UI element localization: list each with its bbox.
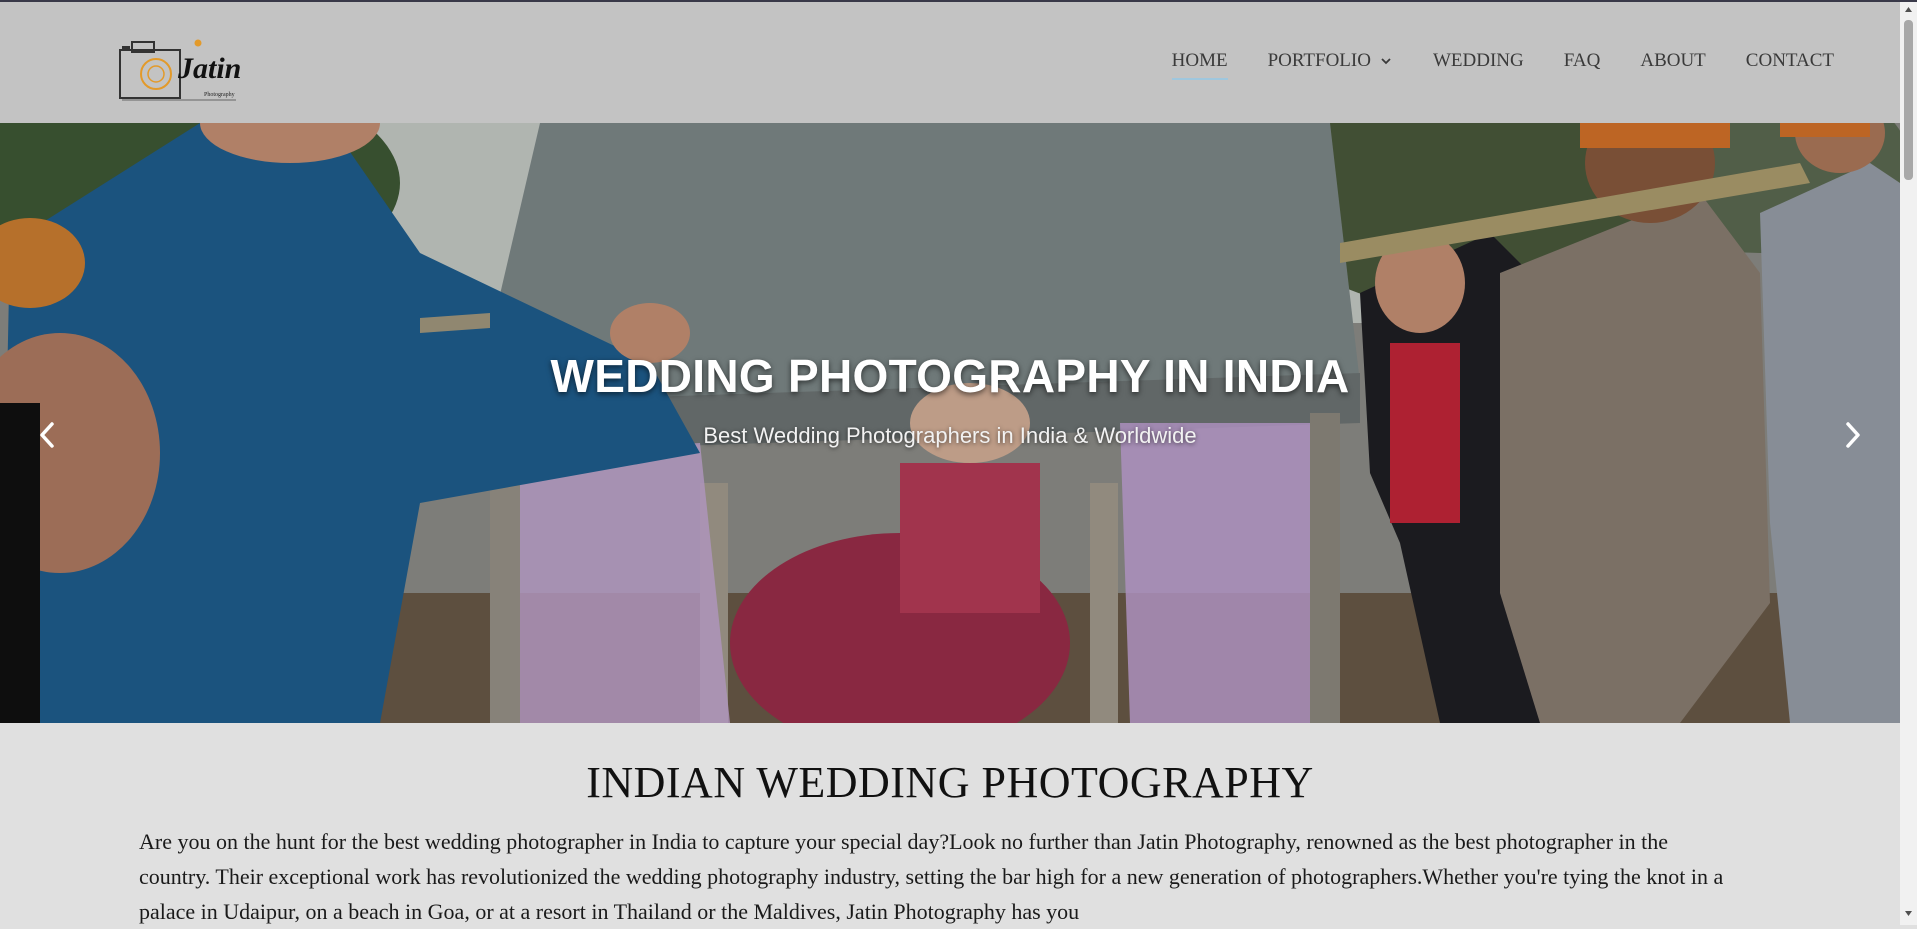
nav-item-wedding[interactable]: WEDDING (1433, 50, 1524, 72)
intro-paragraph: Are you on the hunt for the best wedding… (139, 829, 1724, 924)
hero-subtitle: Best Wedding Photographers in India & Wo… (703, 423, 1197, 448)
nav-label: HOME (1171, 50, 1228, 71)
hero-slider[interactable]: WEDDING PHOTOGRAPHY IN INDIA Best Weddin… (0, 123, 1900, 723)
nav-label: PORTFOLIO (1267, 50, 1371, 71)
chevron-down-icon (1381, 58, 1391, 65)
logo-subtext: Photography (204, 92, 235, 98)
scroll-up-arrow-icon[interactable] (1904, 5, 1913, 14)
nav-item-home[interactable]: HOME (1171, 50, 1228, 80)
scroll-down-arrow-icon[interactable] (1904, 909, 1913, 918)
hero-title: WEDDING PHOTOGRAPHY IN INDIA (550, 350, 1350, 402)
main-nav: HOME PORTFOLIO WEDDING FAQ ABOUT CONTACT (1132, 50, 1834, 80)
nav-item-faq[interactable]: FAQ (1564, 50, 1601, 72)
site-header: Jatin Photography HOME PORTFOLIO WEDDING… (0, 2, 1900, 123)
nav-item-contact[interactable]: CONTACT (1746, 50, 1834, 72)
nav-label: WEDDING (1432, 50, 1524, 71)
chevron-right-icon[interactable] (1836, 410, 1870, 460)
logo-wordmark: Jatin (178, 52, 242, 85)
nav-label: ABOUT (1640, 50, 1706, 71)
scroll-thumb[interactable] (1904, 20, 1913, 180)
page-scrollbar[interactable] (1900, 2, 1917, 925)
section-heading: INDIAN WEDDING PHOTOGRAPHY (586, 758, 1314, 807)
nav-item-about[interactable]: ABOUT (1640, 50, 1705, 72)
nav-label: FAQ (1563, 50, 1601, 71)
site-logo[interactable]: Jatin Photography (118, 36, 244, 106)
nav-item-portfolio[interactable]: PORTFOLIO (1268, 50, 1393, 72)
nav-label: CONTACT (1745, 50, 1834, 71)
chevron-left-icon[interactable] (30, 410, 64, 460)
